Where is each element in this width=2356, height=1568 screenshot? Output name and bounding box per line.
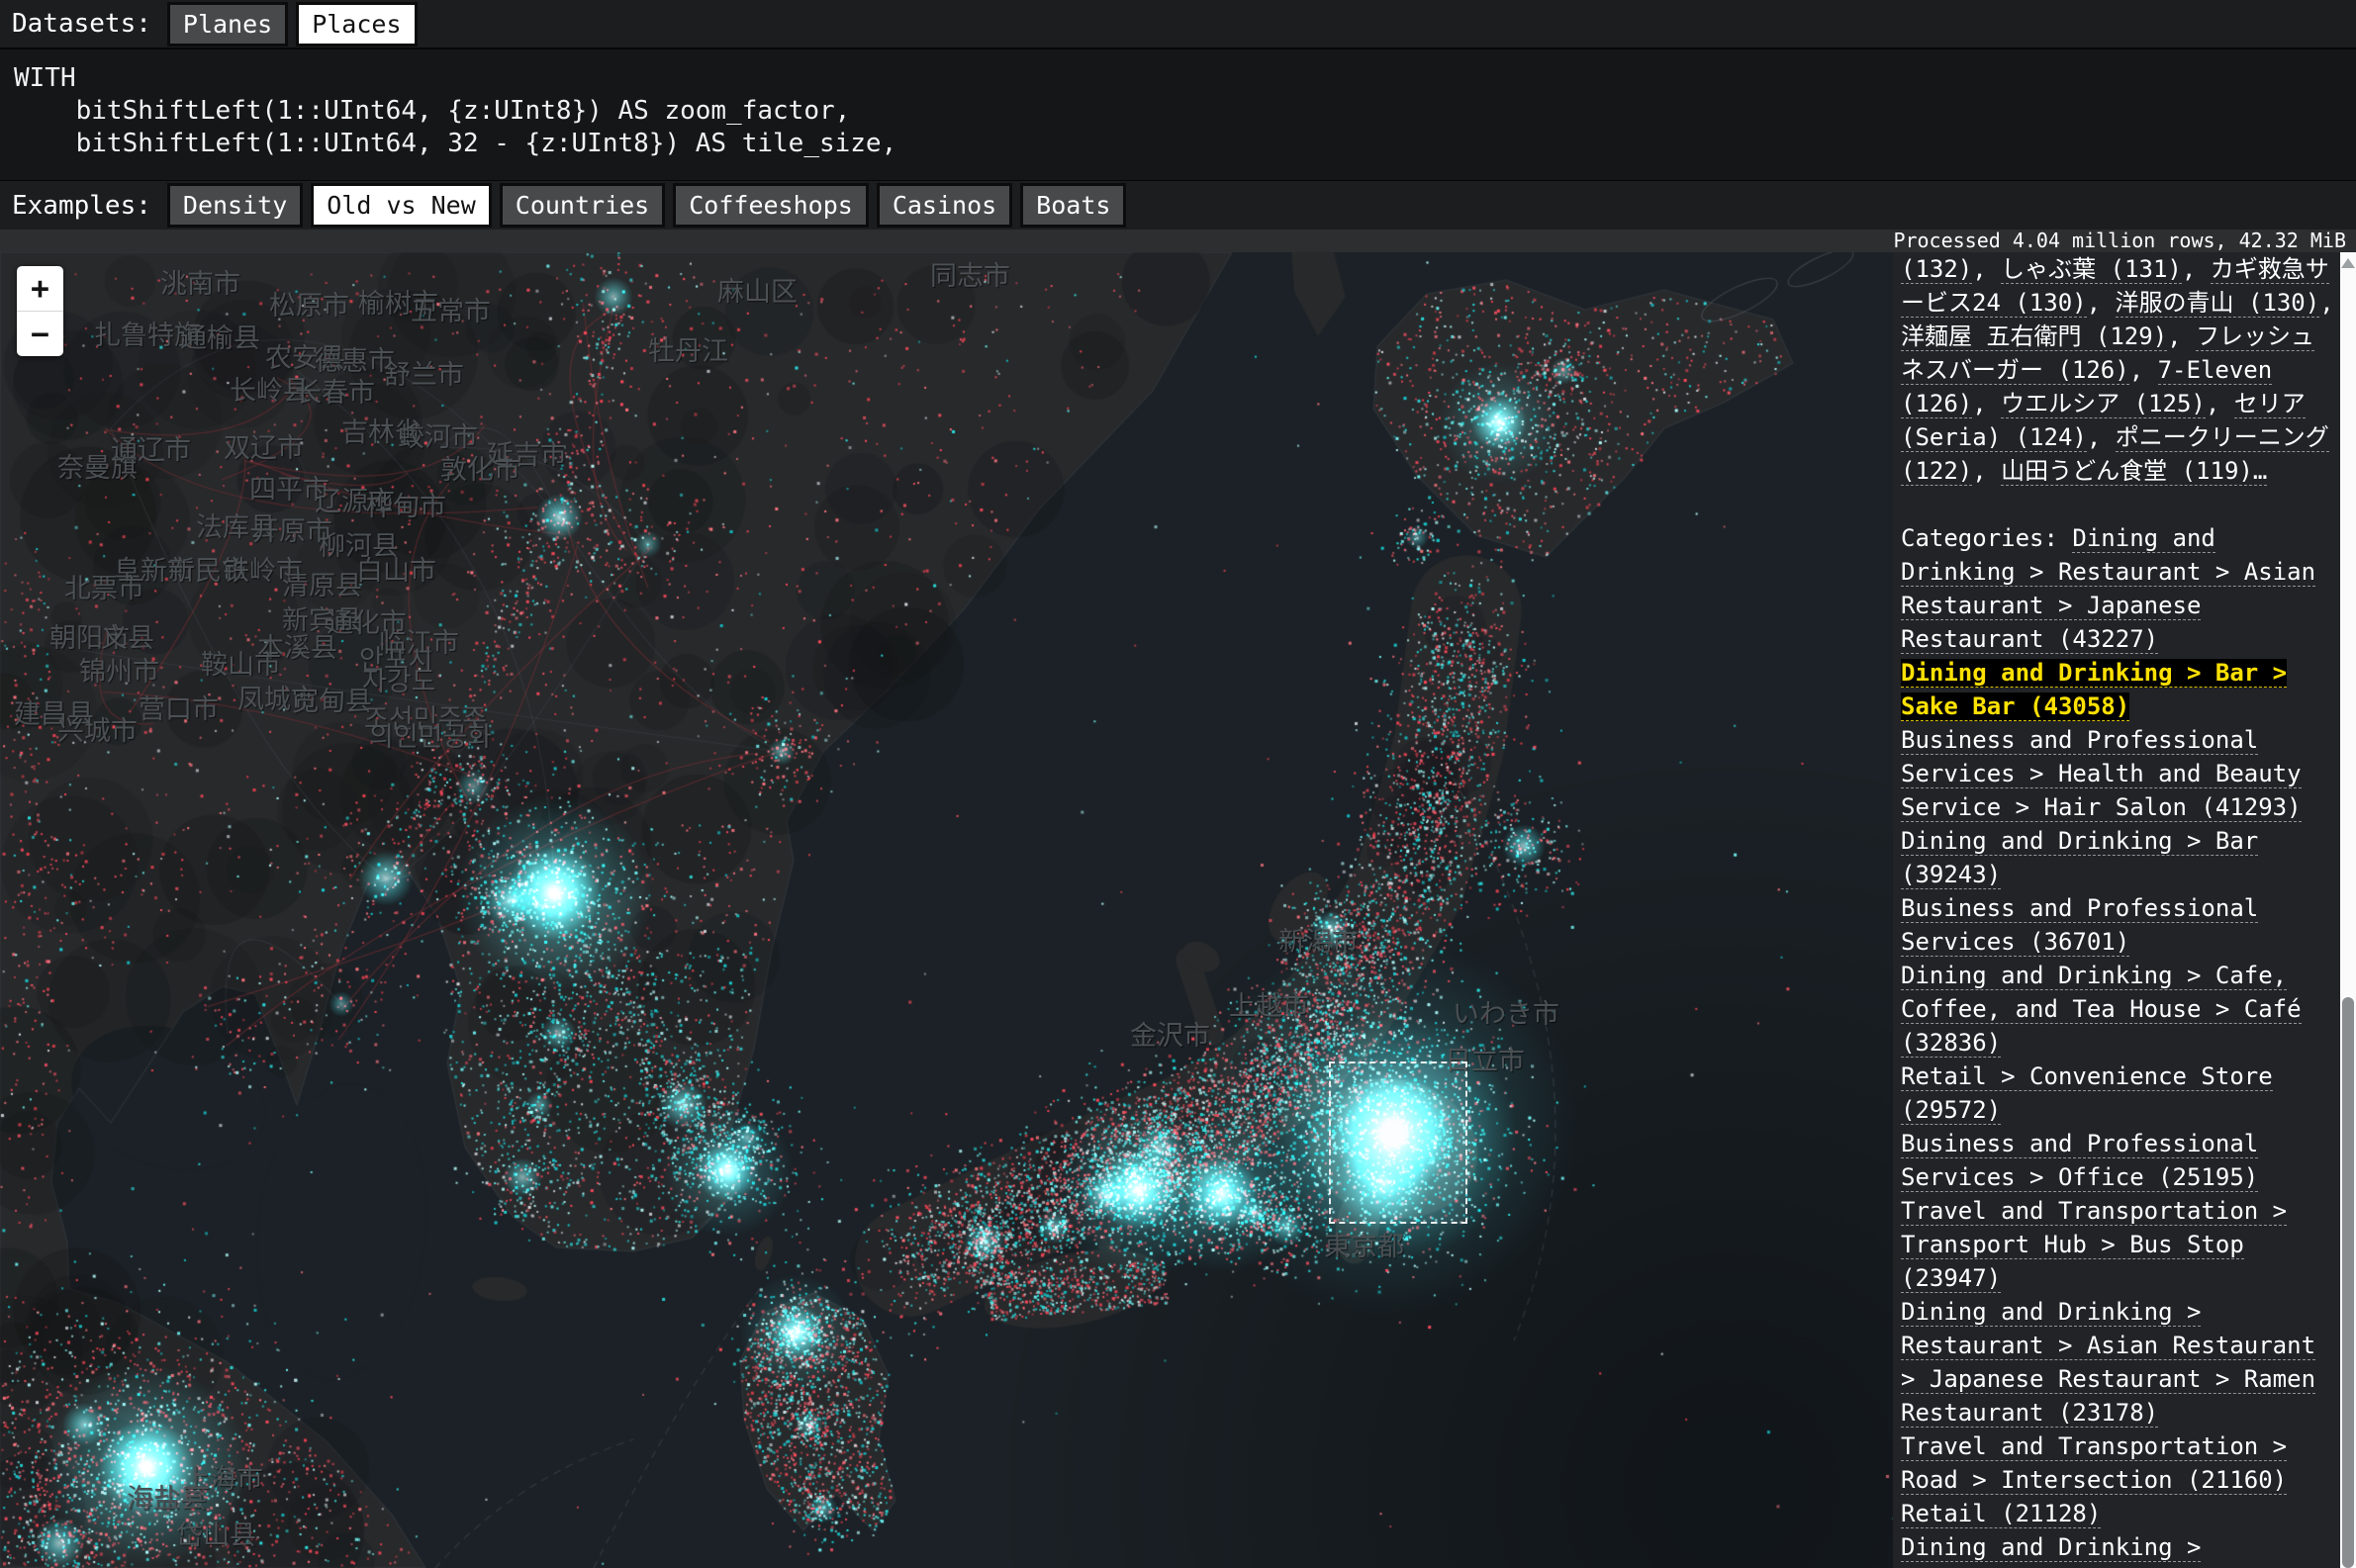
example-button-countries[interactable]: Countries xyxy=(500,183,665,228)
category-link[interactable]: Dining and Drinking > Bar (39243) xyxy=(1901,827,2258,889)
category-link[interactable]: Dining and Drinking > Bar > Sake Bar (43… xyxy=(1901,659,2287,721)
scroll-up-button[interactable] xyxy=(2341,258,2355,268)
sql-line: bitShiftLeft(1::UInt64, 32 - {z:UInt8}) … xyxy=(14,128,2342,160)
categories-list: Dining and Drinking > Restaurant > Asian… xyxy=(1901,524,2315,1568)
sidebar: (132), しゃぶ葉 (131), カギ救急サービス24 (130), 洋服の… xyxy=(1893,252,2340,1568)
sql-line: bitShiftLeft(1::UInt64, {z:UInt8}) AS zo… xyxy=(14,95,2342,128)
categories-block: Categories: Dining and Drinking > Restau… xyxy=(1901,521,2334,1568)
place-name-link[interactable]: 山田うどん食堂 (119)… xyxy=(2001,457,2267,486)
place-name-link[interactable]: ウエルシア (125) xyxy=(2001,390,2206,418)
category-link[interactable]: Retail > Convenience Store (29572) xyxy=(1901,1062,2273,1125)
sql-editor[interactable]: WITH bitShiftLeft(1::UInt64, {z:UInt8}) … xyxy=(0,47,2356,180)
datasets-label: Datasets: xyxy=(12,9,151,39)
place-name-link[interactable]: 洋麺屋 五右衛門 (129) xyxy=(1901,323,2167,351)
categories-label: Categories: xyxy=(1901,524,2072,552)
zoom-in-button[interactable]: + xyxy=(17,266,63,312)
map-selection-rect xyxy=(1329,1061,1467,1224)
category-link[interactable]: Travel and Transportation > Road > Inter… xyxy=(1901,1432,2287,1495)
content: 洮南市松原市榆树市五常市同志市麻山区牡丹江扎鲁特旗通榆县农安县德惠市舒兰市长岭县… xyxy=(0,252,2356,1568)
dataset-button-places[interactable]: Places xyxy=(296,2,417,46)
map[interactable]: 洮南市松原市榆树市五常市同志市麻山区牡丹江扎鲁特旗通榆县农安县德惠市舒兰市长岭县… xyxy=(0,252,1893,1568)
scrollbar-thumb[interactable] xyxy=(2342,997,2354,1568)
category-link[interactable]: Business and Professional Services > Off… xyxy=(1901,1130,2258,1192)
top-names: (132), しゃぶ葉 (131), カギ救急サービス24 (130), 洋服の… xyxy=(1901,252,2334,488)
examples-buttons: DensityOld vs NewCountriesCoffeeshopsCas… xyxy=(167,183,1127,228)
map-canvas xyxy=(0,252,1893,1568)
query-stats: Processed 4.04 million rows, 42.32 MiB xyxy=(0,230,2356,252)
category-link[interactable]: Retail (21128) xyxy=(1901,1500,2101,1528)
place-name-link[interactable]: (132) xyxy=(1901,255,1972,284)
examples-bar: Examples: DensityOld vs NewCountriesCoff… xyxy=(0,180,2356,230)
category-link[interactable]: Business and Professional Services (3670… xyxy=(1901,894,2258,957)
category-link[interactable]: Business and Professional Services > Hea… xyxy=(1901,726,2302,822)
datasets-buttons: PlanesPlaces xyxy=(167,2,418,46)
example-button-casinos[interactable]: Casinos xyxy=(877,183,1012,228)
examples-label: Examples: xyxy=(12,191,151,221)
place-name-link[interactable]: 洋服の青山 (130) xyxy=(2116,289,2320,318)
datasets-bar: Datasets: PlanesPlaces xyxy=(0,0,2356,47)
category-link[interactable]: Dining and Drinking > Restaurant > Asian… xyxy=(1901,1298,2315,1428)
spacer xyxy=(1901,488,2334,521)
sidebar-scrollbar[interactable] xyxy=(2340,252,2356,1568)
category-link[interactable]: Dining and Drinking > Cafe, Coffee, and … xyxy=(1901,962,2302,1058)
place-name-link[interactable]: しゃぶ葉 (131) xyxy=(2001,255,2182,284)
category-link[interactable]: Dining and Drinking > Restaurant > Asian… xyxy=(1901,1533,2315,1568)
map-zoom-control: + − xyxy=(17,266,63,356)
example-button-density[interactable]: Density xyxy=(167,183,303,228)
zoom-out-button[interactable]: − xyxy=(17,312,63,356)
example-button-old-vs-new[interactable]: Old vs New xyxy=(311,183,492,228)
sql-line: WITH xyxy=(14,62,2342,95)
example-button-boats[interactable]: Boats xyxy=(1020,183,1126,228)
example-button-coffeeshops[interactable]: Coffeeshops xyxy=(673,183,869,228)
category-link[interactable]: Travel and Transportation > Transport Hu… xyxy=(1901,1197,2287,1293)
dataset-button-planes[interactable]: Planes xyxy=(167,2,288,46)
